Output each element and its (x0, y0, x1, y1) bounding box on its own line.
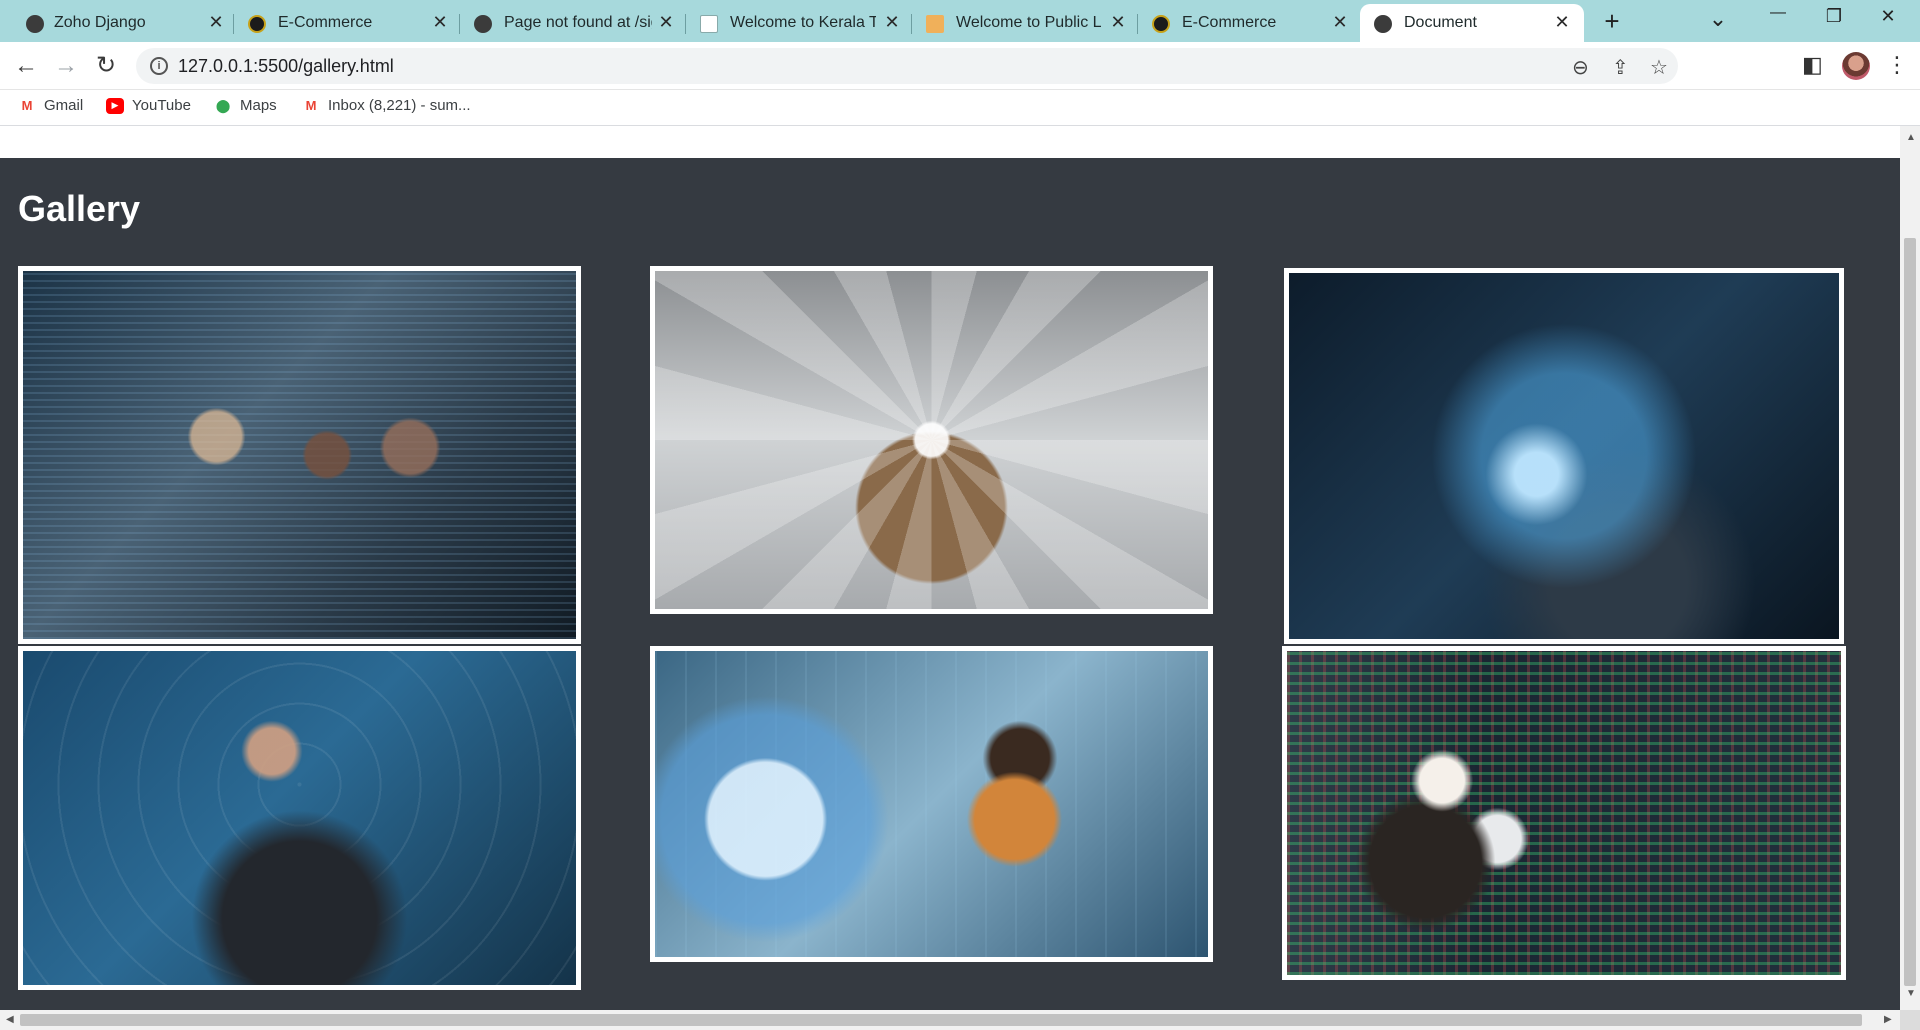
address-bar[interactable]: i 127.0.0.1:5500/gallery.html ⊖ ⇪ ☆ (136, 48, 1678, 84)
close-icon[interactable]: ✕ (1330, 12, 1350, 32)
scrollbar-thumb[interactable] (20, 1014, 1862, 1026)
ecommerce-logo-icon (248, 15, 266, 33)
scroll-left-icon[interactable]: ◀ (6, 1014, 14, 1025)
bookmark-label: Inbox (8,221) - sum... (328, 97, 471, 114)
gallery-card (650, 646, 1213, 962)
bookmark-label: YouTube (132, 97, 191, 114)
scroll-right-icon[interactable]: ▶ (1884, 1014, 1892, 1025)
scroll-up-icon[interactable]: ▲ (1906, 132, 1916, 143)
cloud-network-image (23, 651, 576, 985)
globe-hologram-image (655, 651, 1208, 957)
minimize-button[interactable]: — (1766, 4, 1790, 22)
globe-icon (1374, 15, 1392, 33)
gallery-card (18, 646, 581, 990)
gmail-icon: M (21, 98, 33, 113)
bookmark-youtube[interactable]: ▶ YouTube (106, 97, 191, 114)
tab-label: E-Commerce (278, 14, 373, 31)
team-coding-image (23, 271, 576, 639)
tab-label: E-Commerce (1182, 14, 1277, 31)
browser-toolbar: ← → ↻ i 127.0.0.1:5500/gallery.html ⊖ ⇪ … (0, 42, 1920, 90)
tab-kerala-tourism[interactable]: Welcome to Kerala Tou ✕ (686, 4, 912, 42)
bookmarks-bar: M Gmail ▶ YouTube ⬤ Maps M Inbox (8,221)… (0, 90, 1920, 126)
bookmark-label: Gmail (44, 97, 84, 114)
close-icon[interactable]: ✕ (206, 12, 226, 32)
bookmark-maps[interactable]: ⬤ Maps (214, 97, 277, 114)
gmail-icon: M (305, 98, 317, 113)
navbar-strip (0, 126, 1900, 158)
maximize-button[interactable]: ❐ (1822, 6, 1846, 27)
close-icon[interactable]: ✕ (1552, 12, 1572, 32)
bookmark-label: Maps (240, 97, 277, 114)
reload-button[interactable]: ↻ (90, 50, 122, 82)
tab-page-not-found[interactable]: Page not found at /sig ✕ (460, 4, 686, 42)
scrollbar-thumb[interactable] (1904, 238, 1916, 986)
gallery-section: Gallery (0, 158, 1900, 1010)
close-icon[interactable]: ✕ (430, 12, 450, 32)
tab-label: Page not found at /sig (504, 14, 652, 31)
bookmark-inbox[interactable]: M Inbox (8,221) - sum... (302, 97, 471, 114)
gallery-card (1284, 268, 1844, 644)
side-panel-icon[interactable]: ◧ (1802, 52, 1823, 78)
close-icon[interactable]: ✕ (656, 12, 676, 32)
server-room-image (1287, 651, 1841, 975)
horizontal-scrollbar[interactable]: ◀ ▶ (0, 1010, 1900, 1030)
tab-search-button[interactable]: ⌄ (1706, 6, 1730, 32)
globe-icon (474, 15, 492, 33)
scroll-down-icon[interactable]: ▼ (1906, 988, 1916, 999)
menu-icon[interactable]: ⋮ (1886, 52, 1908, 78)
share-icon[interactable]: ⇪ (1612, 55, 1629, 80)
tab-label: Zoho Django (54, 14, 146, 31)
back-button[interactable]: ← (10, 50, 42, 82)
zoom-icon[interactable]: ⊖ (1572, 55, 1589, 80)
forward-button[interactable]: → (50, 50, 82, 82)
tab-ecommerce-2[interactable]: E-Commerce ✕ (1138, 4, 1360, 42)
page-icon (700, 15, 718, 33)
ecommerce-logo-icon (1152, 15, 1170, 33)
book-icon (926, 15, 944, 33)
bookmark-gmail[interactable]: M Gmail (18, 97, 84, 114)
floating-devices-image (1289, 273, 1839, 639)
site-info-icon[interactable]: i (150, 57, 168, 75)
gallery-card (650, 266, 1213, 614)
bookmark-star-icon[interactable]: ☆ (1650, 55, 1668, 80)
close-icon[interactable]: ✕ (1108, 12, 1128, 32)
scrollbar-corner (1900, 1010, 1920, 1030)
profile-avatar[interactable] (1842, 52, 1870, 80)
gallery-card (1282, 646, 1846, 980)
tab-label: Welcome to Public Libr (956, 14, 1102, 31)
tab-document[interactable]: Document ✕ (1360, 4, 1584, 42)
tab-zoho-django[interactable]: Zoho Django ✕ (0, 4, 234, 42)
vertical-scrollbar[interactable]: ▲ ▼ (1900, 126, 1920, 1010)
youtube-icon: ▶ (106, 97, 124, 114)
gallery-card (18, 266, 581, 644)
tab-strip: Zoho Django ✕ E-Commerce ✕ Page not foun… (0, 0, 1920, 42)
page-title: Gallery (18, 188, 141, 229)
tab-label: Document (1404, 14, 1477, 31)
tab-ecommerce[interactable]: E-Commerce ✕ (234, 4, 460, 42)
close-window-button[interactable]: ✕ (1876, 6, 1900, 27)
tab-public-library[interactable]: Welcome to Public Libr ✕ (912, 4, 1138, 42)
tab-label: Welcome to Kerala Tou (730, 14, 876, 31)
globe-icon (26, 15, 44, 33)
url-text[interactable]: 127.0.0.1:5500/gallery.html (178, 56, 394, 77)
new-tab-button[interactable]: + (1600, 6, 1624, 37)
iot-bigdata-image (655, 271, 1208, 609)
maps-icon: ⬤ (215, 97, 231, 113)
close-icon[interactable]: ✕ (882, 12, 902, 32)
